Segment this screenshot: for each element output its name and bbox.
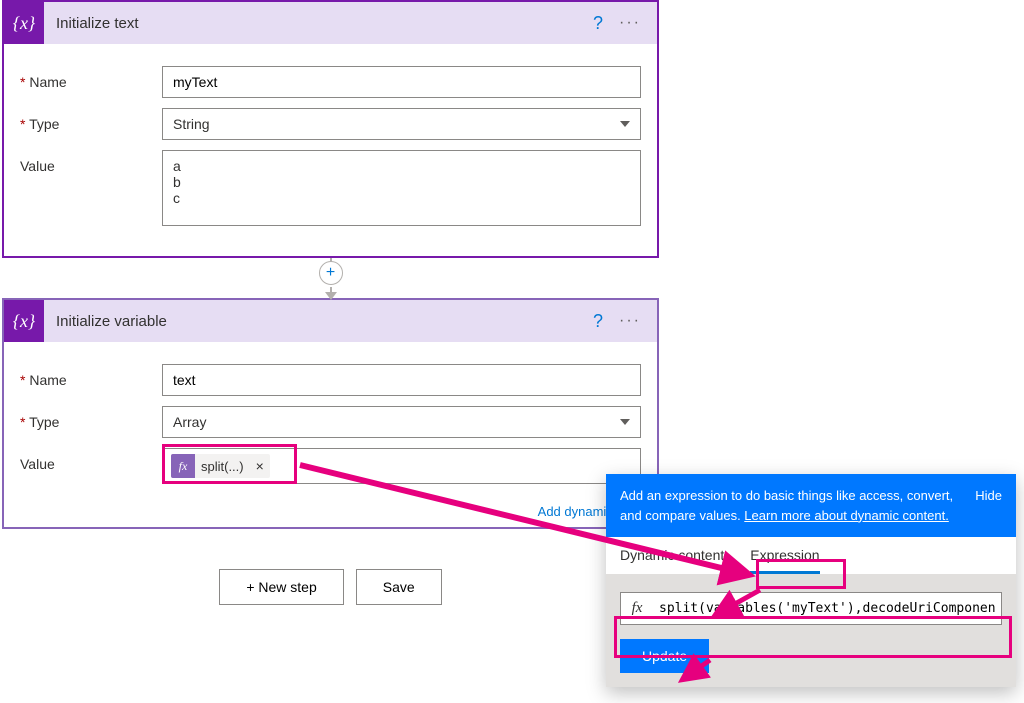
expression-input[interactable] [653, 593, 1001, 624]
action-title: Initialize text [44, 15, 585, 32]
type-select[interactable]: Array [162, 406, 641, 438]
pill-close-button[interactable]: × [250, 458, 270, 474]
fx-icon: fx [171, 454, 195, 478]
panel-body: fx Update [606, 574, 1016, 687]
action-header[interactable]: {x} Initialize variable ? ··· [4, 300, 657, 342]
value-textarea[interactable]: a b c [162, 150, 641, 226]
more-icon[interactable]: ··· [611, 312, 649, 330]
connector: + [2, 258, 659, 298]
action-title: Initialize variable [44, 313, 585, 330]
save-button[interactable]: Save [356, 569, 442, 605]
arrow-down-icon [325, 292, 337, 300]
learn-more-link[interactable]: Learn more about dynamic content. [744, 508, 949, 523]
new-step-button[interactable]: + New step [219, 569, 343, 605]
action-header[interactable]: {x} Initialize text ? ··· [4, 2, 657, 44]
panel-tabs: Dynamic content Expression [606, 537, 1016, 574]
variable-icon: {x} [4, 2, 44, 44]
hide-button[interactable]: Hide [975, 486, 1002, 525]
name-label: * Name [20, 66, 162, 90]
help-icon[interactable]: ? [585, 311, 611, 332]
fx-icon: fx [621, 593, 653, 624]
variable-icon: {x} [4, 300, 44, 342]
type-label: * Type [20, 406, 162, 430]
action-card-initialize-text: {x} Initialize text ? ··· * Name * Type … [2, 0, 659, 258]
action-body: * Name * Type Array Value fx [4, 342, 657, 498]
action-card-initialize-variable: {x} Initialize variable ? ··· * Name * T… [2, 298, 659, 529]
type-value: String [173, 116, 210, 132]
add-step-button[interactable]: + [319, 261, 343, 285]
tab-dynamic-content[interactable]: Dynamic content [620, 547, 724, 574]
chevron-down-icon [620, 121, 630, 127]
expression-row: fx [620, 592, 1002, 625]
expression-pill[interactable]: fx split(...) × [171, 454, 270, 478]
value-pill-container[interactable]: fx split(...) × [162, 448, 641, 484]
name-label: * Name [20, 364, 162, 388]
name-input[interactable] [162, 364, 641, 396]
value-label: Value [20, 448, 162, 472]
expression-panel: Add an expression to do basic things lik… [606, 474, 1016, 687]
type-select[interactable]: String [162, 108, 641, 140]
action-body: * Name * Type String Value a b c [4, 44, 657, 256]
expression-pill-text: split(...) [195, 459, 250, 474]
update-button[interactable]: Update [620, 639, 709, 673]
more-icon[interactable]: ··· [611, 14, 649, 32]
panel-header: Add an expression to do basic things lik… [606, 474, 1016, 537]
type-label: * Type [20, 108, 162, 132]
help-icon[interactable]: ? [585, 13, 611, 34]
value-label: Value [20, 150, 162, 174]
flow-container: {x} Initialize text ? ··· * Name * Type … [2, 0, 659, 605]
bottom-buttons: + New step Save [2, 569, 659, 605]
name-input[interactable] [162, 66, 641, 98]
type-value: Array [173, 414, 206, 430]
tab-expression[interactable]: Expression [750, 547, 819, 574]
add-dynamic-content-link[interactable]: Add dynamic cont [4, 504, 657, 527]
chevron-down-icon [620, 419, 630, 425]
